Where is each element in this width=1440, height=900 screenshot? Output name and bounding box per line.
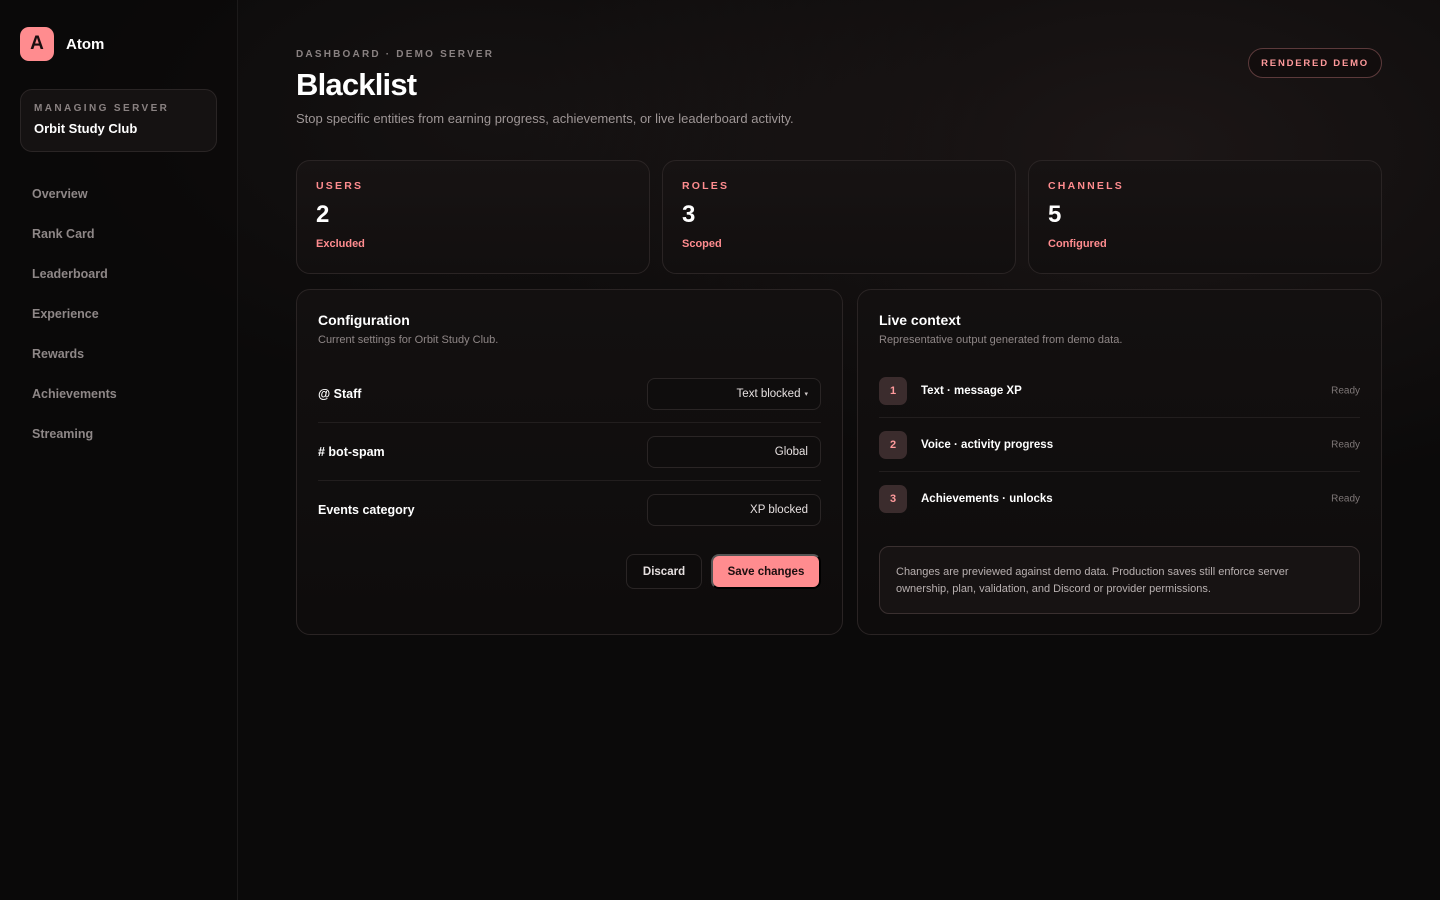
context-row-number: 1: [879, 376, 907, 405]
sidebar-item-streaming[interactable]: Streaming: [32, 426, 117, 466]
panel-subtitle: Representative output generated from dem…: [879, 334, 1123, 346]
sidebar-item-overview[interactable]: Overview: [32, 186, 117, 226]
config-select-staff[interactable]: Text blocked ▾: [647, 377, 821, 410]
server-selector[interactable]: MANAGING SERVER Orbit Study Club: [20, 89, 217, 152]
config-row-label: Events category: [318, 503, 415, 517]
context-row: 1 Text · message XP Ready: [879, 364, 1360, 418]
server-name: Orbit Study Club: [34, 121, 138, 136]
panel-subtitle: Current settings for Orbit Study Club.: [318, 334, 499, 346]
panel-title: Live context: [879, 312, 961, 328]
stat-value: 5: [1048, 201, 1062, 228]
config-row-events-category: Events category XP blocked: [318, 481, 821, 539]
context-row-label: Voice · activity progress: [921, 438, 1054, 451]
server-label: MANAGING SERVER: [34, 103, 170, 114]
stat-label: CHANNELS: [1048, 180, 1124, 192]
brand-name: Atom: [66, 35, 105, 53]
stat-value: 3: [682, 201, 696, 228]
stat-caption: Scoped: [682, 238, 722, 250]
select-value: Text blocked: [736, 387, 801, 400]
stats-row: USERS 2 Excluded ROLES 3 Scoped CHANNELS…: [296, 160, 1382, 274]
status-badge: Ready: [1331, 493, 1360, 505]
config-select-events-category[interactable]: XP blocked: [647, 494, 821, 526]
sidebar: A Atom MANAGING SERVER Orbit Study Club …: [0, 0, 238, 900]
select-value: XP blocked: [750, 504, 808, 516]
sidebar-item-leaderboard[interactable]: Leaderboard: [32, 266, 117, 306]
config-select-bot-spam[interactable]: Global: [647, 435, 821, 468]
context-row-number: 2: [879, 430, 907, 459]
panel-title: Configuration: [318, 312, 410, 328]
stat-card-channels: CHANNELS 5 Configured: [1028, 160, 1382, 274]
sidebar-item-experience[interactable]: Experience: [32, 306, 117, 346]
status-badge: Ready: [1331, 385, 1360, 396]
live-context-panel: Live context Representative output gener…: [857, 289, 1382, 635]
stat-caption: Configured: [1048, 238, 1107, 250]
config-row-bot-spam: # bot-spam Global: [318, 423, 821, 481]
stat-card-users: USERS 2 Excluded: [296, 160, 650, 274]
stat-value: 2: [316, 201, 330, 228]
chevron-down-icon: ▾: [804, 390, 808, 398]
save-changes-button[interactable]: Save changes: [711, 554, 821, 589]
page-title: Blacklist: [296, 67, 417, 102]
brand[interactable]: A Atom: [20, 27, 104, 61]
sidebar-nav: Overview Rank Card Leaderboard Experienc…: [32, 186, 117, 466]
brand-logo: A: [20, 27, 54, 61]
sidebar-item-rank-card[interactable]: Rank Card: [32, 226, 117, 266]
sidebar-item-achievements[interactable]: Achievements: [32, 386, 117, 426]
rendered-demo-badge[interactable]: RENDERED DEMO: [1248, 48, 1382, 78]
breadcrumb: DASHBOARD · DEMO SERVER: [296, 49, 495, 60]
context-row-label: Achievements · unlocks: [921, 493, 1053, 505]
config-row-label: # bot-spam: [318, 444, 385, 459]
context-row-number: 3: [879, 485, 907, 513]
stat-caption: Excluded: [316, 238, 365, 250]
select-value: Global: [774, 445, 808, 458]
discard-button[interactable]: Discard: [626, 554, 702, 589]
stat-card-roles: ROLES 3 Scoped: [662, 160, 1016, 274]
config-row-staff: @ Staff Text blocked ▾: [318, 365, 821, 423]
config-row-label: @ Staff: [318, 386, 362, 401]
preview-notice: Changes are previewed against demo data.…: [879, 546, 1360, 614]
page-subtitle: Stop specific entities from earning prog…: [296, 111, 794, 126]
context-row: 3 Achievements · unlocks Ready: [879, 472, 1360, 526]
stat-label: USERS: [316, 180, 364, 192]
sidebar-item-rewards[interactable]: Rewards: [32, 346, 117, 386]
status-badge: Ready: [1331, 439, 1360, 450]
configuration-panel: Configuration Current settings for Orbit…: [296, 289, 843, 635]
context-row: 2 Voice · activity progress Ready: [879, 418, 1360, 472]
context-row-label: Text · message XP: [921, 384, 1022, 397]
stat-label: ROLES: [682, 180, 730, 192]
